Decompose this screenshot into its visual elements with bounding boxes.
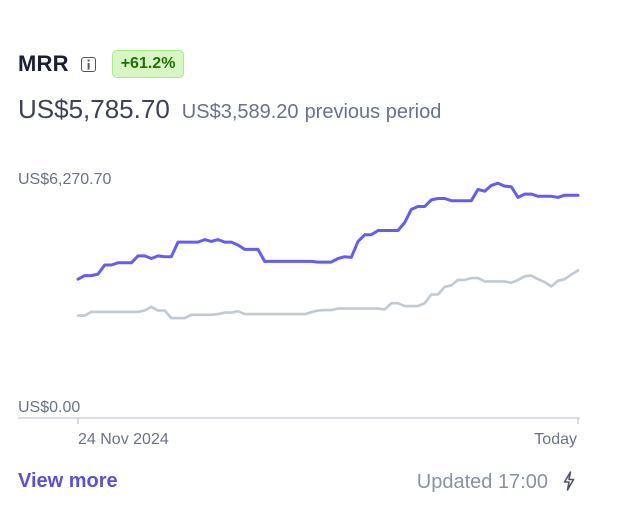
mrr-line-chart: US$6,270.70 US$0.00 24 Nov 2024 Today bbox=[18, 171, 580, 448]
y-tick-top: US$6,270.70 bbox=[18, 171, 112, 188]
x-tick-end: Today bbox=[534, 431, 577, 448]
series-layer bbox=[76, 181, 580, 320]
y-tick-bottom: US$0.00 bbox=[18, 399, 80, 416]
view-more-link[interactable]: View more bbox=[18, 470, 118, 493]
updated-timestamp: Updated 17:00 bbox=[416, 471, 548, 493]
mrr-card: MRR +61.2% US$5,785.70 US$3,589.20 previ… bbox=[0, 0, 622, 514]
x-tick-start: 24 Nov 2024 bbox=[78, 431, 169, 448]
lightning-bolt-icon[interactable] bbox=[562, 471, 576, 491]
series-line-current bbox=[76, 181, 580, 281]
series-line-previous bbox=[76, 269, 580, 320]
